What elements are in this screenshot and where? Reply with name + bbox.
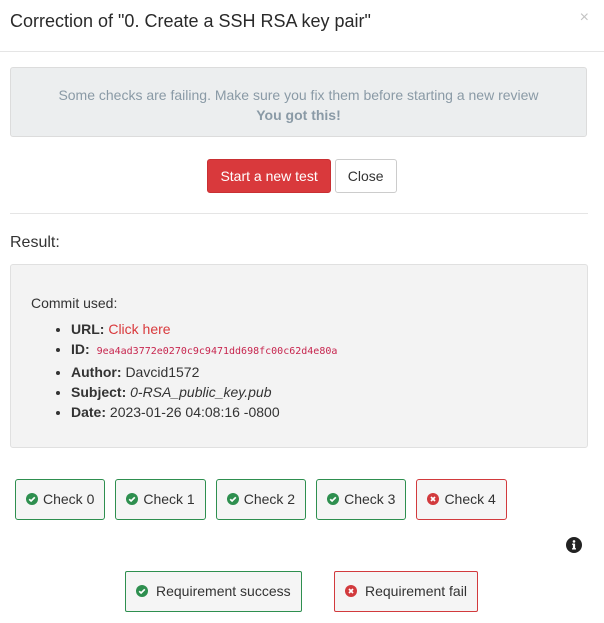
times-circle-icon [427, 493, 440, 505]
commit-panel: Commit used: URL: Click here ID: 9ea4ad3… [10, 264, 588, 448]
check-label: Check 2 [243, 491, 296, 507]
url-label: URL: [71, 321, 105, 337]
commit-author-row: Author: Davcid1572 [71, 362, 337, 382]
date-label: Date: [71, 404, 107, 420]
id-label: ID: [71, 341, 90, 357]
commit-subject-value: 0-RSA_public_key.pub [130, 384, 272, 400]
check-circle-icon [136, 585, 148, 597]
subject-label: Subject: [71, 384, 127, 400]
check-2-button[interactable]: Check 2 [215, 479, 307, 520]
commit-id-row: ID: 9ea4ad3772e0270c9c9471dd698fc00c62d4… [71, 339, 337, 362]
result-title: Result: [10, 234, 60, 251]
close-icon[interactable]: × [580, 9, 589, 27]
check-4-button[interactable]: Check 4 [416, 479, 507, 520]
check-circle-icon [126, 493, 139, 505]
check-circle-icon [327, 493, 340, 505]
check-1-button[interactable]: Check 1 [115, 479, 206, 520]
check-3-button[interactable]: Check 3 [316, 479, 407, 520]
check-circle-icon [26, 493, 38, 505]
requirement-success-legend: Requirement success [125, 571, 302, 612]
check-0-button[interactable]: Check 0 [15, 479, 106, 520]
check-label: Check 3 [344, 491, 396, 507]
failing-checks-alert: Some checks are failing. Make sure you f… [10, 67, 587, 137]
close-button[interactable]: Close [334, 159, 397, 193]
commit-url-link[interactable]: Click here [108, 321, 170, 337]
commit-used-label: Commit used: [31, 295, 118, 311]
divider [10, 213, 588, 214]
check-circle-icon [226, 493, 239, 505]
check-label: Check 1 [143, 491, 195, 507]
check-label: Check 4 [444, 491, 496, 507]
alert-encouragement: You got this! [256, 107, 341, 123]
commit-subject-row: Subject: 0-RSA_public_key.pub [71, 382, 337, 402]
info-circle-icon[interactable] [566, 537, 582, 553]
action-buttons: Start a new test Close [0, 159, 604, 193]
check-label: Check 0 [43, 491, 95, 507]
legend-fail-label: Requirement fail [365, 583, 467, 599]
commit-url-row: URL: Click here [71, 319, 337, 339]
alert-message: Some checks are failing. Make sure you f… [58, 87, 539, 103]
check-buttons: Check 0 Check 1 Check 2 Check 3 Check 4 [15, 479, 517, 520]
legend-success-label: Requirement success [156, 583, 291, 599]
commit-author-value: Davcid1572 [125, 364, 200, 380]
times-circle-icon [345, 585, 357, 597]
requirement-fail-legend: Requirement fail [334, 571, 478, 612]
commit-id-value: 9ea4ad3772e0270c9c9471dd698fc00c62d4e80a [96, 346, 338, 357]
commit-date-row: Date: 2023-01-26 04:08:16 -0800 [71, 402, 337, 422]
modal-title: Correction of "0. Create a SSH RSA key p… [10, 11, 371, 31]
commit-date-value: 2023-01-26 04:08:16 -0800 [109, 404, 280, 420]
modal-header: Correction of "0. Create a SSH RSA key p… [0, 0, 604, 52]
start-new-test-button[interactable]: Start a new test [207, 159, 331, 193]
author-label: Author: [71, 364, 122, 380]
commit-details: URL: Click here ID: 9ea4ad3772e0270c9c94… [53, 319, 337, 422]
